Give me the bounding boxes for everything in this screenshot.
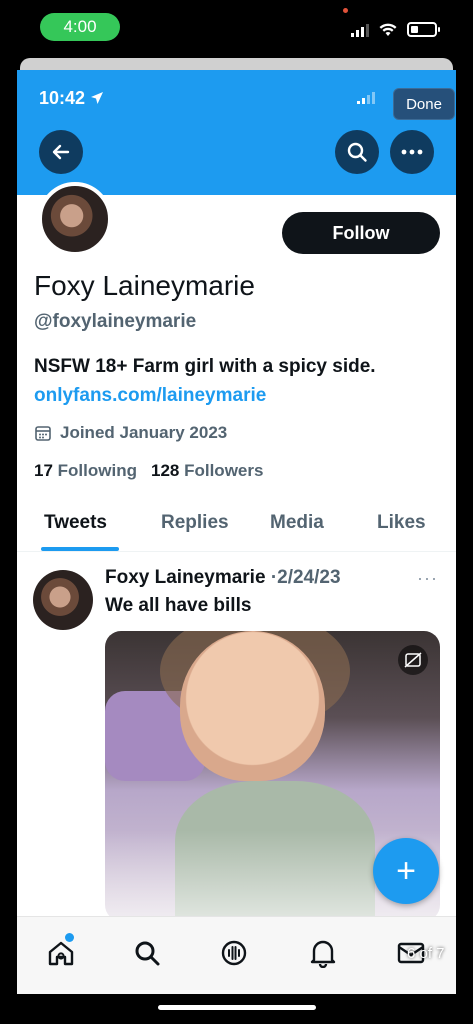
profile-handle: @foxylaineymarie bbox=[34, 311, 197, 332]
profile-avatar[interactable] bbox=[38, 182, 112, 256]
follow-counts: 17 Following 128 Followers bbox=[34, 461, 263, 481]
following-count: 17 bbox=[34, 461, 53, 480]
tab-media[interactable]: Media bbox=[270, 512, 324, 534]
media-face bbox=[180, 631, 325, 781]
tab-likes[interactable]: Likes bbox=[377, 512, 426, 534]
home-icon bbox=[48, 941, 74, 966]
profile-link[interactable]: onlyfans.com/laineymarie bbox=[34, 385, 266, 407]
profile-name: Foxy Laineymarie bbox=[34, 270, 255, 301]
tweet-date[interactable]: 2/24/23 bbox=[277, 567, 340, 588]
joined-date: Joined January 2023 bbox=[34, 423, 227, 443]
following-link[interactable]: 17 Following bbox=[34, 461, 137, 481]
nav-home[interactable] bbox=[43, 933, 79, 971]
tweet-author[interactable]: Foxy Laineymarie bbox=[105, 567, 266, 588]
home-indicator[interactable] bbox=[158, 1005, 316, 1010]
home-notification-dot bbox=[65, 933, 74, 942]
back-button[interactable] bbox=[39, 130, 83, 174]
active-tab-indicator bbox=[41, 547, 119, 551]
profile-tabs: Tweets Replies Media Likes bbox=[17, 500, 456, 552]
profile-bio: NSFW 18+ Farm girl with a spicy side. bbox=[34, 356, 376, 377]
outer-status-icons bbox=[351, 22, 440, 37]
follow-button[interactable]: Follow bbox=[282, 212, 440, 254]
back-arrow-icon bbox=[52, 144, 70, 160]
tweet-avatar[interactable] bbox=[33, 570, 93, 630]
more-dots-icon bbox=[401, 149, 423, 155]
search-icon bbox=[135, 941, 160, 966]
cellular-signal-icon bbox=[351, 23, 369, 37]
inner-signal-icon bbox=[357, 92, 375, 104]
followers-count: 128 bbox=[150, 461, 180, 480]
outer-status-bar: 4:00 bbox=[0, 0, 473, 52]
more-options-button[interactable] bbox=[390, 130, 434, 174]
tweet-header: Foxy Laineymarie ·2/24/23 bbox=[105, 567, 341, 589]
recording-dot bbox=[343, 8, 348, 13]
tweet-text: We all have bills bbox=[105, 595, 252, 616]
location-arrow-icon bbox=[91, 92, 104, 104]
done-button[interactable]: Done bbox=[393, 88, 455, 120]
tab-tweets[interactable]: Tweets bbox=[44, 512, 107, 534]
following-label: Following bbox=[57, 461, 137, 480]
followers-link[interactable]: 128 Followers bbox=[151, 461, 263, 481]
inner-status-time: 10:42 bbox=[39, 88, 104, 109]
outer-time-pill[interactable]: 4:00 bbox=[40, 13, 120, 41]
search-button[interactable] bbox=[335, 130, 379, 174]
followers-label: Followers bbox=[184, 461, 264, 480]
plus-icon: + bbox=[396, 851, 416, 890]
compose-tweet-button[interactable]: + bbox=[373, 838, 439, 904]
sensitive-media-icon[interactable] bbox=[398, 645, 428, 675]
nav-search[interactable] bbox=[129, 935, 165, 971]
media-tank-top bbox=[175, 781, 375, 921]
bell-icon bbox=[310, 940, 336, 968]
search-icon bbox=[347, 142, 367, 162]
nav-spaces[interactable] bbox=[216, 935, 252, 971]
nav-notifications[interactable] bbox=[305, 935, 341, 971]
page-counter: 6 of 7 bbox=[407, 945, 445, 962]
spaces-icon bbox=[221, 940, 247, 966]
tab-replies[interactable]: Replies bbox=[161, 512, 229, 534]
tweet-more-button[interactable]: ··· bbox=[417, 568, 438, 589]
screen-recording: 10:42 Done Follow Foxy Laineymarie @foxy… bbox=[17, 70, 456, 994]
calendar-icon bbox=[35, 426, 51, 441]
wifi-icon bbox=[379, 23, 397, 36]
bottom-nav: 6 of 7 bbox=[17, 916, 456, 994]
joined-label: Joined January 2023 bbox=[60, 423, 228, 442]
battery-icon bbox=[407, 22, 440, 37]
